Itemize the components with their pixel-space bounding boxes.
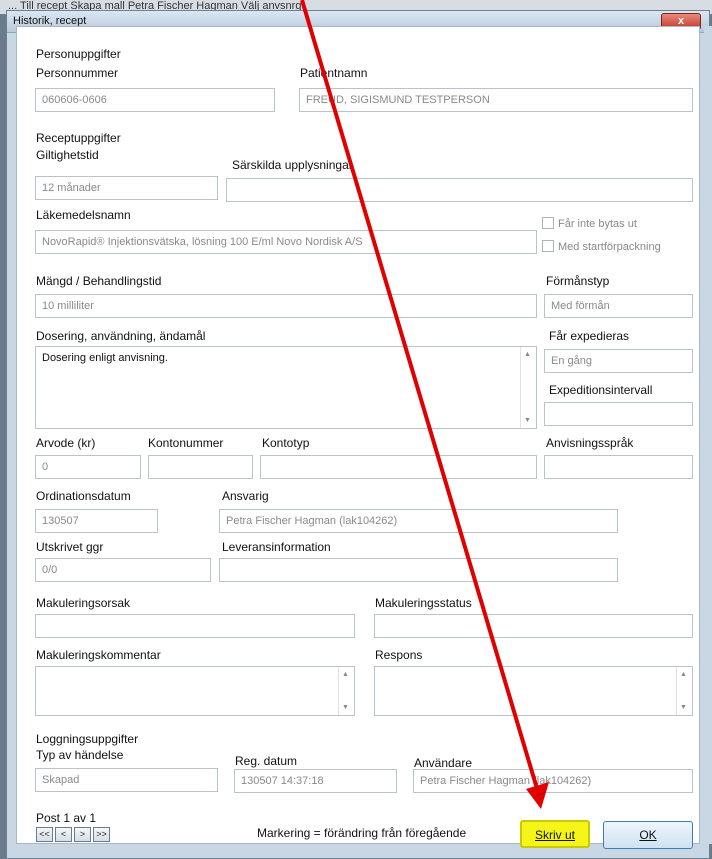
anvandare-field[interactable]: Petra Fischer Hagman (lak104262) xyxy=(413,769,693,793)
arvode-label: Arvode (kr) xyxy=(36,436,96,450)
record-navigation: << < > >> xyxy=(36,827,110,842)
kontotyp-field[interactable] xyxy=(260,455,537,479)
dosering-textarea[interactable]: Dosering enligt anvisning. ▲ ▼ xyxy=(35,346,537,429)
last-record-button[interactable]: >> xyxy=(93,827,110,842)
scroll-down-icon[interactable]: ▼ xyxy=(680,704,687,711)
formanstyp-label: Förmånstyp xyxy=(546,274,610,288)
checkbox-box[interactable] xyxy=(542,217,554,229)
personnummer-label: Personnummer xyxy=(36,66,119,80)
post-counter: Post 1 av 1 xyxy=(36,811,97,825)
formanstyp-field[interactable]: Med förmån xyxy=(544,294,693,318)
scroll-down-icon[interactable]: ▼ xyxy=(342,704,349,711)
print-button[interactable]: Skriv ut xyxy=(520,820,590,848)
arvode-field[interactable]: 0 xyxy=(35,455,141,479)
makuleringsorsak-field[interactable] xyxy=(35,614,355,638)
startforpackning-checkbox[interactable]: Med startförpackning xyxy=(542,240,661,253)
anvisningssprak-label: Anvisningsspråk xyxy=(546,436,634,450)
section-loggningsuppgifter: Loggningsuppgifter xyxy=(36,732,139,746)
kommentar-scrollbar[interactable]: ▲ ▼ xyxy=(338,667,354,715)
ansvarig-field[interactable]: Petra Fischer Hagman (lak104262) xyxy=(219,509,618,533)
lakemedelsnamn-label: Läkemedelsnamn xyxy=(36,208,131,222)
window-frame-right xyxy=(704,26,712,844)
scroll-up-icon[interactable]: ▲ xyxy=(342,671,349,678)
dosering-label: Dosering, användning, ändamål xyxy=(36,329,206,343)
makuleringskommentar-label: Makuleringskommentar xyxy=(36,648,161,662)
mangd-label: Mängd / Behandlingstid xyxy=(36,274,162,288)
far-inte-bytas-label: Får inte bytas ut xyxy=(558,218,637,230)
sarskilda-upplysningar-field[interactable] xyxy=(226,178,693,202)
respons-scrollbar[interactable]: ▲ ▼ xyxy=(676,667,692,715)
sarskilda-upplysningar-label: Särskilda upplysningar xyxy=(232,158,353,172)
expeditionsintervall-label: Expeditionsintervall xyxy=(549,383,653,397)
expeditionsintervall-field[interactable] xyxy=(544,402,693,426)
patientnamn-field[interactable]: FREUD, SIGISMUND TESTPERSON xyxy=(299,88,693,112)
checkbox-box[interactable] xyxy=(542,240,554,252)
markering-legend: Markering = förändring från föregående xyxy=(257,826,467,840)
startforpackning-label: Med startförpackning xyxy=(558,241,661,253)
first-record-button[interactable]: << xyxy=(36,827,53,842)
kontonummer-field[interactable] xyxy=(148,455,253,479)
far-inte-bytas-checkbox[interactable]: Får inte bytas ut xyxy=(542,217,637,230)
section-receptuppgifter: Receptuppgifter xyxy=(36,131,121,145)
makuleringsstatus-label: Makuleringsstatus xyxy=(375,596,472,610)
typ-av-handelse-field[interactable]: Skapad xyxy=(35,768,218,792)
giltighetstid-label: Giltighetstid xyxy=(36,148,99,162)
section-personuppgifter: Personuppgifter xyxy=(36,47,121,61)
reg-datum-field[interactable]: 130507 14:37:18 xyxy=(234,769,397,793)
ordinationsdatum-label: Ordinationsdatum xyxy=(36,489,131,503)
makuleringsorsak-label: Makuleringsorsak xyxy=(36,596,131,610)
makuleringsstatus-field[interactable] xyxy=(374,614,693,638)
far-expedieras-label: Får expedieras xyxy=(549,329,630,343)
dosering-scrollbar[interactable]: ▲ ▼ xyxy=(520,347,536,428)
far-expedieras-field[interactable]: En gång xyxy=(544,349,693,373)
leveransinformation-field[interactable] xyxy=(219,558,618,582)
dosering-text: Dosering enligt anvisning. xyxy=(42,352,168,364)
ansvarig-label: Ansvarig xyxy=(222,489,269,503)
personnummer-field[interactable]: 060606-0606 xyxy=(35,88,275,112)
ok-button[interactable]: OK xyxy=(603,821,693,849)
scroll-up-icon[interactable]: ▲ xyxy=(524,351,531,358)
next-record-button[interactable]: > xyxy=(74,827,91,842)
utskrivet-label: Utskrivet ggr xyxy=(36,540,104,554)
lakemedelsnamn-field[interactable]: NovoRapid® Injektionsvätska, lösning 100… xyxy=(35,230,537,254)
reg-datum-label: Reg. datum xyxy=(235,754,298,768)
leveransinformation-label: Leveransinformation xyxy=(222,540,331,554)
typ-av-handelse-label: Typ av händelse xyxy=(36,748,124,762)
giltighetstid-field[interactable]: 12 månader xyxy=(35,176,218,200)
utskrivet-field[interactable]: 0/0 xyxy=(35,558,211,582)
respons-textarea[interactable]: ▲ ▼ xyxy=(374,666,693,716)
previous-record-button[interactable]: < xyxy=(55,827,72,842)
mangd-field[interactable]: 10 milliliter xyxy=(35,294,537,318)
anvisningssprak-field[interactable] xyxy=(544,455,693,479)
scroll-up-icon[interactable]: ▲ xyxy=(680,671,687,678)
patientnamn-label: Patientnamn xyxy=(300,66,368,80)
anvandare-label: Användare xyxy=(414,756,473,770)
kontotyp-label: Kontotyp xyxy=(262,436,310,450)
kontonummer-label: Kontonummer xyxy=(148,436,224,450)
dialog-content xyxy=(16,26,700,844)
ordinationsdatum-field[interactable]: 130507 xyxy=(35,509,158,533)
scroll-down-icon[interactable]: ▼ xyxy=(524,417,531,424)
makuleringskommentar-textarea[interactable]: ▲ ▼ xyxy=(35,666,355,716)
respons-label: Respons xyxy=(375,648,423,662)
